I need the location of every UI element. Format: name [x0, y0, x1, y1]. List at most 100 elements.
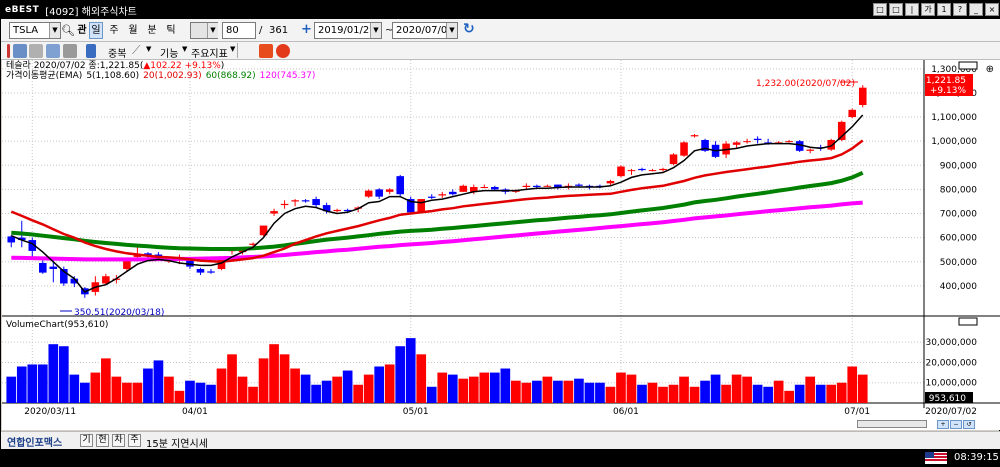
volume-bar	[468, 376, 479, 403]
volume-bar	[195, 382, 206, 403]
stock-info-line: 테슬라 2020/07/02 종:1,221.85(▲102.22 +9.13%…	[6, 60, 224, 71]
candle-body	[417, 199, 426, 213]
candle-body	[606, 180, 615, 184]
indicator-menu[interactable]: 주요지표	[191, 45, 228, 60]
chart-area[interactable]: 1,300,0001,200,0001,100,0001,000,000900,…	[2, 60, 1000, 430]
volume-bar	[658, 386, 668, 403]
tab-gi[interactable]: 기	[80, 434, 93, 447]
axis-settings-icon[interactable]: ⊕	[986, 64, 994, 75]
candle-body	[427, 196, 436, 198]
volume-bar	[405, 338, 416, 403]
candle-body	[627, 170, 636, 172]
tab-cha[interactable]: 차	[112, 434, 125, 447]
window-btn-2[interactable]: □	[889, 3, 903, 16]
delay-notice: 15분 지연시세	[146, 439, 208, 450]
volume-bar	[647, 382, 658, 403]
volume-bar	[122, 382, 132, 403]
count-input[interactable]: 80	[222, 22, 256, 39]
volume-panel-controls[interactable]	[958, 317, 978, 326]
period-tick[interactable]: 틱	[164, 22, 178, 39]
reset-zoom-button[interactable]: ↺	[963, 420, 975, 429]
end-date-arrow[interactable]: ▼	[446, 23, 457, 38]
divider-icon	[7, 44, 10, 58]
volume-bar	[311, 384, 321, 403]
volume-bar	[426, 386, 437, 403]
indicator-icon[interactable]	[29, 44, 43, 58]
indicator-arrow[interactable]: ▼	[230, 45, 235, 53]
volume-bar	[721, 384, 731, 403]
volume-bar	[90, 372, 101, 403]
candle-body	[753, 138, 762, 140]
start-date-arrow[interactable]: ▼	[370, 23, 381, 38]
period-month[interactable]: 월	[126, 22, 140, 39]
volume-bar	[101, 358, 111, 403]
volume-bar	[143, 368, 153, 403]
candle-body	[364, 190, 373, 197]
tab-gwan[interactable]: 관	[75, 22, 89, 39]
window-btn-3[interactable]: |	[905, 3, 919, 16]
volume-bar	[16, 366, 27, 403]
volume-chart-label: VolumeChart(953,610)	[6, 320, 108, 330]
zoom-out-button[interactable]: −	[950, 420, 962, 429]
volume-bar	[111, 376, 122, 403]
overlap-label[interactable]: 중복	[108, 45, 126, 60]
volume-bar	[227, 354, 237, 403]
date-tick-label: 05/01	[403, 407, 429, 417]
candle-body	[480, 187, 489, 188]
us-flag-icon	[925, 452, 947, 464]
volume-bar	[532, 380, 542, 403]
last-volume-label: 953,610	[929, 394, 966, 404]
period-minute[interactable]: 분	[145, 22, 159, 39]
volume-bar	[447, 374, 458, 403]
candle-body	[39, 262, 47, 273]
volume-grid	[2, 341, 924, 384]
plus-icon[interactable]: +	[301, 22, 312, 37]
volume-bar	[69, 374, 80, 403]
line-tool-arrow[interactable]: ▼	[146, 45, 151, 53]
toolbar-main: TSLA ▼ 🔍︎ 관 일 주 월 분 틱 ▼ 80 / 361 + 2019/…	[1, 19, 1000, 42]
volume-bar	[836, 382, 847, 403]
period-week[interactable]: 주	[107, 22, 121, 39]
infomax-logo: 연합인포맥스	[7, 438, 63, 449]
price-tick-label: 1,000,000	[931, 137, 977, 147]
print-icon[interactable]	[63, 44, 77, 58]
function-arrow[interactable]: ▼	[182, 45, 187, 53]
candle-body	[375, 189, 383, 197]
scroll-track[interactable]	[857, 420, 927, 428]
candle-body	[858, 87, 867, 105]
help-button[interactable]: ?	[953, 3, 967, 16]
volume-bar	[521, 382, 532, 403]
window-btn-5[interactable]: 1	[937, 3, 951, 16]
price-panel-controls[interactable]	[958, 61, 978, 70]
chart-type-icon[interactable]	[13, 44, 27, 58]
overlap-icon[interactable]	[86, 44, 96, 58]
tick-unit-arrow[interactable]: ▼	[207, 23, 218, 38]
minimize-button[interactable]: _	[969, 3, 983, 16]
candle-body	[543, 185, 552, 187]
tab-ju[interactable]: 주	[128, 434, 141, 447]
count-separator: /	[259, 25, 263, 36]
font-button[interactable]: 가	[921, 3, 935, 16]
candle-body	[659, 168, 667, 171]
refresh-icon[interactable]: ↻	[463, 21, 475, 37]
tab-hyeon[interactable]: 현	[96, 434, 109, 447]
volume-bar	[258, 358, 269, 403]
volume-bar	[815, 384, 826, 403]
volume-bar	[752, 384, 763, 403]
special-icon[interactable]	[276, 44, 290, 58]
candle-body	[522, 185, 531, 187]
status-bar: 연합인포맥스 기 현 차 주 15분 지연시세	[1, 431, 1000, 450]
period-day[interactable]: 일	[89, 22, 103, 39]
volume-bar	[805, 376, 816, 403]
volume-bar	[248, 386, 258, 403]
symbol-dropdown-arrow[interactable]: ▼	[49, 23, 60, 38]
search-icon[interactable]: 🔍︎	[61, 22, 75, 39]
data-icon[interactable]	[259, 44, 273, 58]
function-menu[interactable]: 기능	[160, 45, 178, 60]
line-tool-icon[interactable]: ⟋	[132, 43, 140, 58]
zoom-in-button[interactable]: +	[937, 420, 949, 429]
save-icon[interactable]	[46, 44, 60, 58]
close-button[interactable]: ×	[985, 3, 999, 16]
window-btn-1[interactable]: □	[873, 3, 887, 16]
price-tick-label: 900,000	[940, 161, 977, 171]
